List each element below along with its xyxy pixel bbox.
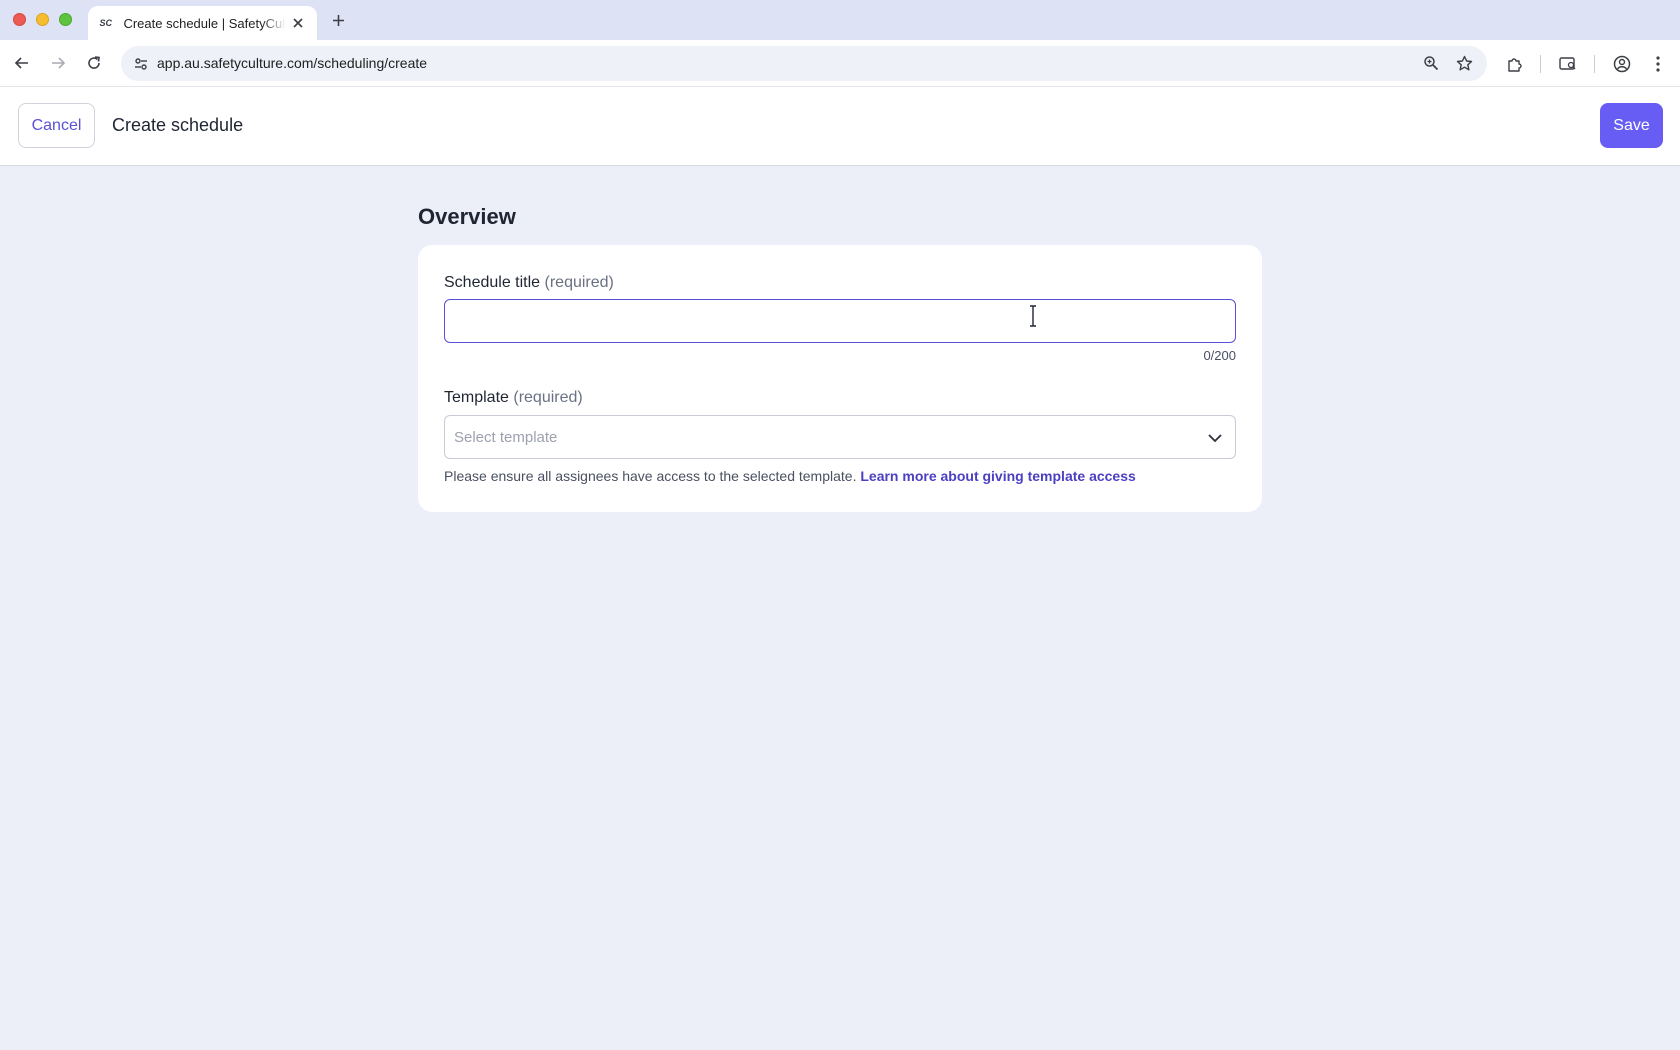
reading-list-icon[interactable] <box>1557 53 1579 75</box>
address-bar[interactable]: app.au.safetyculture.com/scheduling/crea… <box>121 46 1487 81</box>
browser-menu-kebab-icon[interactable] <box>1647 53 1669 75</box>
template-help-text: Please ensure all assignees have access … <box>444 468 1136 484</box>
template-access-link[interactable]: Learn more about giving template access <box>860 468 1135 484</box>
browser-tab-bar: SC Create schedule | SafetyCulture <box>0 0 1680 40</box>
template-select-placeholder: Select template <box>454 429 558 446</box>
window-minimize-button[interactable] <box>36 13 49 26</box>
schedule-title-input[interactable] <box>444 299 1236 343</box>
page-title: Create schedule <box>112 115 244 135</box>
window-zoom-button[interactable] <box>59 13 72 26</box>
save-button[interactable]: Save <box>1600 103 1663 148</box>
forward-arrow-icon[interactable] <box>48 53 68 73</box>
template-select[interactable]: Select template <box>444 415 1236 459</box>
schedule-title-label-text: Schedule title <box>444 274 541 291</box>
window-close-button[interactable] <box>13 13 26 26</box>
tab-title: Create schedule | SafetyCulture <box>123 15 286 31</box>
app-header: Cancel Create schedule Save <box>0 87 1680 166</box>
address-bar-url: app.au.safetyculture.com/scheduling/crea… <box>157 55 428 71</box>
template-help-message: Please ensure all assignees have access … <box>444 468 857 484</box>
back-arrow-icon[interactable] <box>12 53 32 73</box>
browser-tab-active[interactable]: SC Create schedule | SafetyCulture <box>88 6 317 40</box>
chevron-down-icon <box>1205 428 1225 448</box>
reload-icon[interactable] <box>84 53 104 73</box>
safetyculture-favicon-icon: SC <box>99 18 112 28</box>
text-cursor-icon <box>1030 305 1036 327</box>
extensions-puzzle-icon[interactable] <box>1503 53 1525 75</box>
character-counter: 0/200 <box>1203 348 1236 363</box>
new-tab-plus-icon[interactable] <box>328 10 348 30</box>
template-label-text: Template <box>444 389 509 406</box>
profile-avatar-icon[interactable] <box>1611 53 1633 75</box>
section-title-overview: Overview <box>418 204 516 229</box>
overview-card: Schedule title (required) 0/200 Template… <box>418 245 1262 512</box>
bookmark-star-icon[interactable] <box>1454 53 1474 73</box>
cancel-button[interactable]: Cancel <box>18 103 95 148</box>
zoom-icon[interactable] <box>1421 53 1441 73</box>
site-settings-icon[interactable] <box>131 54 151 74</box>
template-label: Template (required) <box>444 389 583 407</box>
required-hint: (required) <box>544 274 614 291</box>
required-hint: (required) <box>513 389 583 406</box>
schedule-title-label: Schedule title (required) <box>444 274 614 292</box>
tab-close-icon[interactable] <box>290 14 307 32</box>
toolbar-separator <box>1594 55 1595 73</box>
browser-toolbar: app.au.safetyculture.com/scheduling/crea… <box>0 40 1680 87</box>
toolbar-separator <box>1540 55 1541 73</box>
